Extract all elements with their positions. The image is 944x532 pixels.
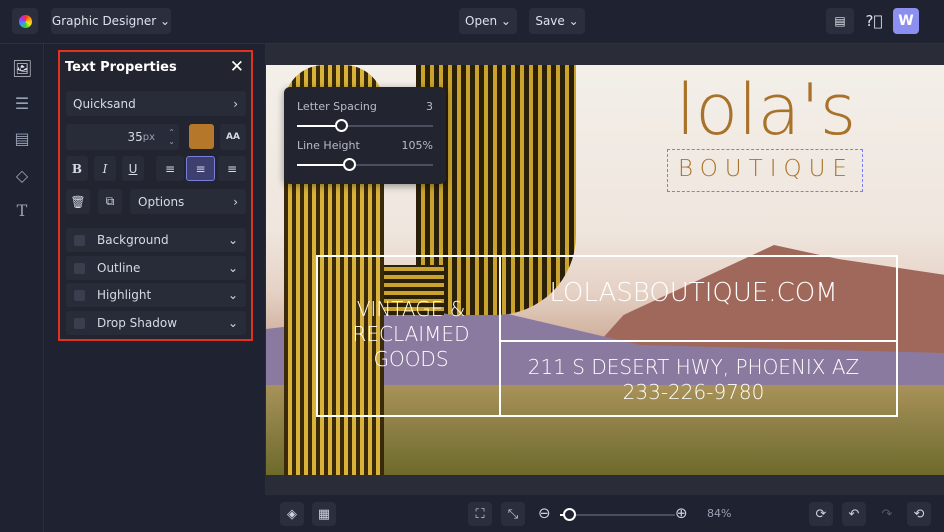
phone-text[interactable]: 233-226-9780 [501,380,886,404]
subtitle-text[interactable]: BOUTIQUE [666,156,866,182]
spacing-popover: Letter Spacing 3 Line Height 105% [284,87,446,184]
line-height-label: Line Height [297,139,360,152]
tool-rail: 🖼︎ ☰ ▤ ◇ T [0,44,44,532]
chevron-down-icon: ⌄ [227,233,238,247]
align-left-button[interactable]: ≡ [156,156,184,181]
checkbox[interactable] [74,289,85,301]
close-icon[interactable]: ✕ [230,57,244,77]
checkbox[interactable] [74,262,85,274]
section-outline[interactable]: Outline ⌄ [66,256,246,280]
duplicate-icon: ⧉ [105,194,115,208]
fit-screen-icon[interactable]: ⛶ [468,502,492,526]
save-label: Save [535,14,565,28]
font-selector[interactable]: Quicksand › [66,91,246,116]
checkbox[interactable] [74,234,85,246]
image-icon[interactable]: 🖼︎ [12,59,32,79]
address-text[interactable]: 211 S DESERT HWY, PHOENIX AZ [501,355,886,379]
chevron-right-icon: › [233,96,238,111]
slider-knob[interactable] [563,508,577,521]
size-stepper[interactable]: ⌃ ⌄ [168,128,175,146]
section-highlight[interactable]: Highlight ⌄ [66,283,246,307]
comments-icon[interactable]: ▤ [826,8,854,34]
underline-button[interactable]: U [122,156,144,181]
zoom-out-icon[interactable]: ⊖ [538,504,551,522]
text-transform-button[interactable]: AA [220,124,246,150]
options-label: Options [138,194,185,209]
line-height-value: 105% [401,139,433,152]
logo-icon [18,14,32,28]
chevron-right-icon: › [233,194,238,209]
shrink-icon[interactable]: ⤡ [501,502,525,526]
slider-fill [297,164,349,166]
letter-spacing-value: 3 [426,100,433,113]
shapes-icon[interactable]: ◇ [12,166,32,186]
history-icon[interactable]: ⟲ [907,502,931,526]
section-background[interactable]: Background ⌄ [66,228,246,252]
font-name: Quicksand [73,96,136,111]
grid-icon[interactable]: ▦ [312,502,336,526]
app-selector[interactable]: Graphic Designer ⌄ [51,8,171,34]
app-name: Graphic Designer [51,14,157,28]
open-button[interactable]: Open ⌄ [459,8,517,34]
font-size-value: 35 [127,130,143,144]
align-center-button[interactable]: ≡ [186,156,215,181]
help-icon[interactable]: ?⃝ [861,8,887,34]
bottom-toolbar: ◈ ▦ ⛶ ⤡ ⊖ ⊕ 84% ⟳ ↶ ↷ ⟲ [265,495,944,532]
slider-fill [297,125,341,127]
text-properties-panel: Text Properties ✕ Quicksand › 35 px ⌃ ⌄ AA B… [58,50,253,341]
text-icon[interactable]: T [12,201,32,221]
font-size-unit: px [142,131,155,143]
letter-spacing-slider[interactable] [297,119,433,132]
redo-icon[interactable]: ↷ [875,502,899,526]
avatar-initial: W [898,13,914,29]
zoom-in-icon[interactable]: ⊕ [675,504,688,522]
top-bar: Graphic Designer ⌄ Open ⌄ Save ⌄ ▤ ?⃝ W [0,0,944,44]
checkbox[interactable] [74,317,85,329]
duplicate-button[interactable]: ⧉ [98,189,122,214]
zoom-level: 84% [707,507,732,520]
options-button[interactable]: Options › [130,189,246,214]
delete-button[interactable]: 🗑︎ [66,189,90,214]
color-swatch[interactable] [189,124,214,149]
zoom-slider[interactable] [560,508,675,521]
layout-icon[interactable]: ▤ [12,129,32,149]
tagline-text[interactable]: VINTAGE & RECLAIMED GOODS [341,297,481,372]
avatar[interactable]: W [893,8,919,34]
trash-icon: 🗑︎ [70,194,86,209]
chevron-down-icon: ⌄ [227,288,238,302]
refresh-icon[interactable]: ⟳ [809,502,833,526]
section-label: Highlight [97,288,152,302]
url-text[interactable]: LOLASBOUTIQUE.COM [501,278,886,308]
section-label: Drop Shadow [97,316,178,330]
adjustments-icon[interactable]: ☰ [12,94,32,114]
letter-spacing-label: Letter Spacing [297,100,377,113]
slider-knob[interactable] [342,158,356,171]
undo-icon[interactable]: ↶ [842,502,866,526]
section-label: Outline [97,261,141,275]
align-right-button[interactable]: ≡ [218,156,246,181]
open-label: Open [465,14,498,28]
layers-icon[interactable]: ◈ [280,502,304,526]
slider-knob[interactable] [334,119,348,132]
logo-text[interactable]: lola's [666,70,866,150]
italic-button[interactable]: I [94,156,116,181]
chevron-down-icon: ⌄ [227,261,238,275]
section-label: Background [97,233,169,247]
logo-button[interactable] [12,8,38,34]
section-drop-shadow[interactable]: Drop Shadow ⌄ [66,311,246,335]
save-button[interactable]: Save ⌄ [529,8,585,34]
line-height-slider[interactable] [297,158,433,171]
chevron-down-icon: ⌄ [227,316,238,330]
bold-button[interactable]: B [66,156,88,181]
divider [499,340,898,342]
chevron-down-icon: ⌄ [160,14,171,28]
panel-title: Text Properties [65,60,177,75]
font-size-input[interactable]: 35 px ⌃ ⌄ [66,124,179,150]
